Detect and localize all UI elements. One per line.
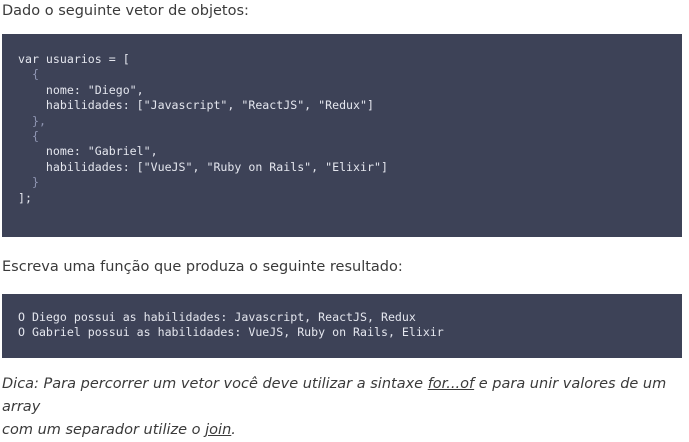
task-paragraph: Escreva uma função que produza o seguint… (2, 259, 403, 275)
hint-text: Dica: Para percorrer um vetor você deve … (2, 376, 428, 392)
code-block-output: O Diego possui as habilidades: Javascrip… (2, 294, 682, 358)
hint-text: com um separador utilize o (2, 422, 206, 438)
code-block-usuarios: var usuarios = [ { nome: "Diego", habili… (2, 34, 682, 237)
code-line: ]; (18, 190, 32, 205)
code-line: habilidades: ["Javascript", "ReactJS", "… (18, 98, 374, 113)
code-line: } (18, 175, 39, 190)
code-line: { (18, 67, 39, 82)
intro-paragraph: Dado o seguinte vetor de objetos: (2, 3, 249, 19)
code-line: habilidades: ["VueJS", "Ruby on Rails", … (18, 159, 388, 174)
code-line: nome: "Gabriel", (18, 144, 158, 159)
code-line: O Gabriel possui as habilidades: VueJS, … (18, 325, 444, 340)
join-link[interactable]: join (205, 422, 231, 438)
code-line: nome: "Diego", (18, 82, 144, 97)
hint-paragraph: Dica: Para percorrer um vetor você deve … (2, 373, 689, 442)
hint-text: . (231, 422, 236, 438)
code-line: var usuarios = [ (18, 52, 130, 66)
code-line: { (18, 128, 39, 143)
code-line: O Diego possui as habilidades: Javascrip… (18, 310, 416, 324)
code-line: }, (18, 113, 46, 128)
for-of-link[interactable]: for...of (428, 376, 474, 392)
